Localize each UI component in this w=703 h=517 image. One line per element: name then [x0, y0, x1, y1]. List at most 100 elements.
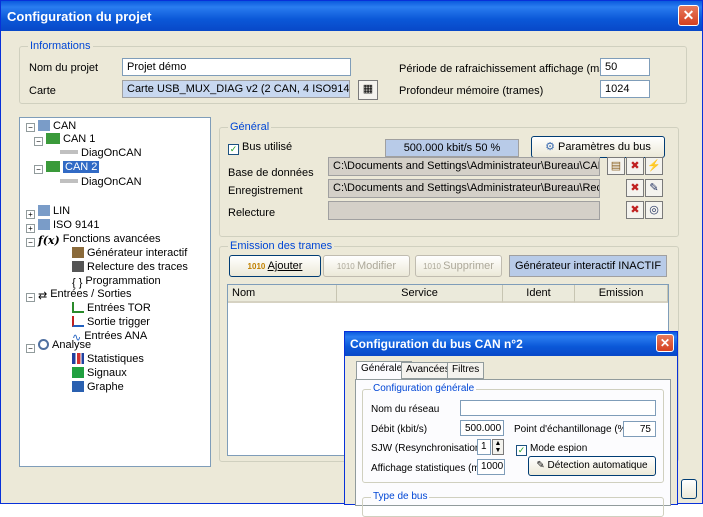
tree-graphe-label: Graphe: [87, 381, 124, 393]
tree-graphe[interactable]: Graphe: [72, 381, 124, 393]
spy-mode-checkbox[interactable]: ✓ Mode espion: [516, 443, 587, 456]
tree-io[interactable]: ⇄ Entrées / Sorties: [38, 288, 132, 302]
database-open-icon[interactable]: ⚡: [645, 157, 663, 175]
bus-params-label: Paramètres du bus: [557, 141, 651, 153]
bar-chart-icon: [72, 353, 84, 364]
io-icon: ⇄: [38, 290, 48, 302]
sjw-field[interactable]: 1: [477, 439, 491, 455]
spy-mode-label: Mode espion: [530, 443, 588, 454]
tree-diag2[interactable]: DiagOnCAN: [60, 176, 142, 188]
delete-button[interactable]: 1010 Supprimer: [415, 255, 502, 277]
bus-speed-field: 500.000 kbit/s 50 %: [385, 139, 519, 157]
col-header-name[interactable]: Nom: [228, 285, 337, 303]
close-button[interactable]: ✕: [678, 5, 699, 26]
generator-status: Générateur interactif INACTIF: [509, 255, 667, 277]
tree-iso-label: ISO 9141: [53, 219, 100, 231]
expand-toggle[interactable]: −: [34, 165, 43, 174]
sample-point-field[interactable]: 75: [623, 421, 656, 437]
depth-field[interactable]: 1024: [600, 80, 650, 98]
autodetect-label: Détection automatique: [547, 460, 648, 471]
expand-toggle[interactable]: −: [26, 238, 35, 247]
expand-toggle[interactable]: −: [34, 137, 43, 146]
signal-icon: [72, 367, 84, 378]
config-tree[interactable]: − CAN − CAN 1 DiagOnCAN − CAN 2 DiagOnCA…: [19, 117, 211, 467]
recording-delete-icon[interactable]: ✖: [626, 179, 644, 197]
database-edit-icon[interactable]: ▤: [607, 157, 625, 175]
general-config-legend: Configuration générale: [371, 383, 477, 394]
check-icon: ✓: [228, 144, 239, 155]
modify-label: Modifier: [356, 260, 397, 272]
tree-iso[interactable]: ISO 9141: [38, 219, 99, 231]
stats-display-label: Affichage statistiques (ms): [371, 463, 489, 474]
tree-tor-label: Entrées TOR: [87, 302, 151, 314]
col-header-ident[interactable]: Ident: [503, 285, 575, 303]
tree-analyse[interactable]: Analyse: [38, 339, 91, 351]
autodetect-button[interactable]: ✎ Détection automatique: [528, 456, 656, 476]
trigger-icon: [72, 316, 84, 327]
tree-diag2-label: DiagOnCAN: [81, 176, 142, 188]
tree-prog-label: Programmation: [85, 275, 161, 287]
tree-can1[interactable]: CAN 1: [46, 133, 95, 145]
card-select-button[interactable]: ▦: [358, 80, 378, 100]
dialog-title-bar: Configuration du bus CAN n°2 ✕: [345, 332, 677, 356]
refresh-field[interactable]: 50: [600, 58, 650, 76]
col-header-emission[interactable]: Emission: [575, 285, 668, 303]
tree-trig[interactable]: Sortie trigger: [72, 316, 150, 328]
database-delete-icon[interactable]: ✖: [626, 157, 644, 175]
delete-frame-icon: 1010: [423, 262, 444, 271]
tree-replay-label: Relecture des traces: [87, 261, 188, 273]
window-title: Configuration du projet: [7, 9, 152, 24]
bus-icon: [46, 133, 60, 144]
network-icon: [38, 120, 50, 131]
expand-toggle[interactable]: −: [26, 293, 35, 302]
expand-toggle[interactable]: −: [26, 344, 35, 353]
sample-point-label: Point d'échantillonage (%): [514, 424, 630, 435]
dialog-title: Configuration du bus CAN n°2: [350, 337, 523, 351]
wand-icon: ✎: [536, 460, 548, 471]
dialog-close-button[interactable]: ✕: [656, 334, 674, 352]
modify-button[interactable]: 1010 Modifier: [323, 255, 410, 277]
tree-can[interactable]: CAN: [38, 120, 76, 132]
partial-button[interactable]: [681, 479, 697, 499]
card-label: Carte: [29, 85, 56, 97]
tree-stats[interactable]: Statistiques: [72, 353, 144, 365]
tree-func[interactable]: f(x) Fonctions avancées: [38, 233, 161, 247]
bus-used-checkbox[interactable]: ✓ Bus utilisé: [228, 141, 292, 155]
stats-display-field[interactable]: 1000: [477, 459, 505, 475]
tree-diag1[interactable]: DiagOnCAN: [60, 147, 142, 159]
emission-legend: Emission des trames: [228, 240, 335, 252]
add-button[interactable]: 1010 Ajouter: [229, 255, 321, 277]
project-name-field[interactable]: Projet démo: [122, 58, 351, 76]
tree-lin[interactable]: LIN: [38, 205, 70, 217]
info-group: Informations: [19, 40, 687, 104]
program-icon: { }: [72, 277, 83, 289]
rate-field[interactable]: 500.000: [460, 420, 504, 436]
graph-icon: [72, 381, 84, 392]
replay-open-icon[interactable]: ◎: [645, 201, 663, 219]
tree-analyse-label: Analyse: [52, 339, 92, 351]
tree-prog[interactable]: { } Programmation: [72, 275, 161, 289]
replay-delete-icon[interactable]: ✖: [626, 201, 644, 219]
function-icon: f(x): [38, 234, 60, 247]
card-field: Carte USB_MUX_DIAG v2 (2 CAN, 4 ISO9141): [122, 80, 350, 98]
expand-toggle[interactable]: +: [26, 224, 35, 233]
tree-can2[interactable]: CAN 2: [46, 161, 100, 173]
tree-tor[interactable]: Entrées TOR: [72, 302, 151, 314]
depth-label: Profondeur mémoire (trames): [399, 85, 544, 97]
bus-params-button[interactable]: ⚙ Paramètres du bus: [531, 136, 665, 158]
digital-input-icon: [72, 302, 84, 313]
network-name-field[interactable]: [460, 400, 656, 416]
recording-edit-icon[interactable]: ✎: [645, 179, 663, 197]
tree-signaux[interactable]: Signaux: [72, 367, 127, 379]
bus-type-legend: Type de bus: [371, 491, 430, 502]
bus-type-group: Type de bus: [362, 491, 664, 517]
sjw-spinner[interactable]: ▲ ▼: [492, 439, 504, 455]
expand-toggle[interactable]: +: [26, 210, 35, 219]
tree-gen[interactable]: Générateur interactif: [72, 247, 187, 259]
col-header-service[interactable]: Service: [337, 285, 503, 303]
expand-toggle[interactable]: −: [26, 123, 35, 132]
tab-filters[interactable]: Filtres: [447, 362, 485, 379]
modify-frame-icon: 1010: [336, 262, 357, 271]
tree-replay[interactable]: Relecture des traces: [72, 261, 188, 273]
general-tab-pane: Configuration générale Nom du réseau Déb…: [355, 379, 671, 517]
